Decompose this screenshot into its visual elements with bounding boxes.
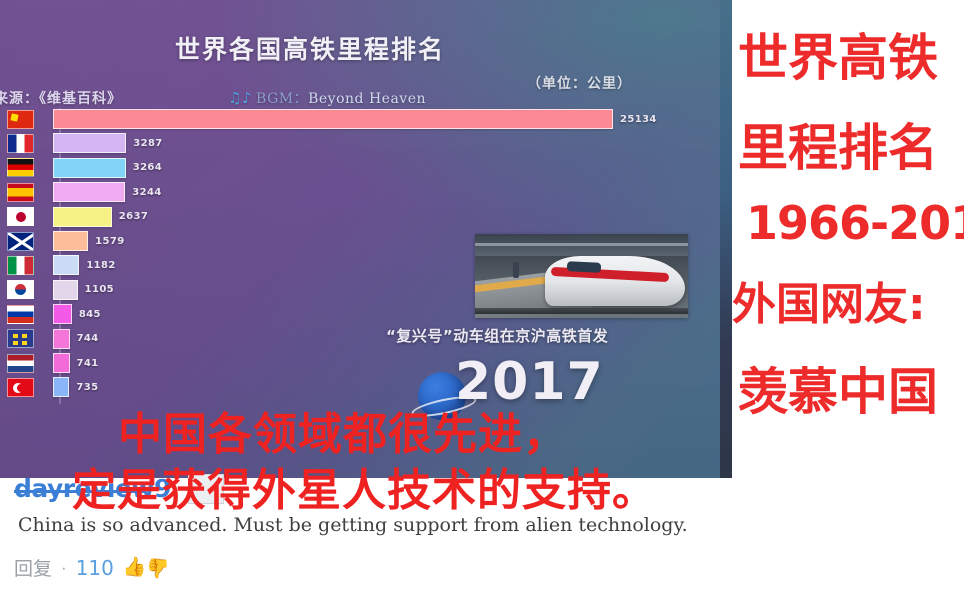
- bar-value-label: 3287: [133, 137, 163, 149]
- year-counter: 2017: [455, 352, 604, 412]
- bar-row: 3244: [0, 181, 162, 203]
- screenshot-stage: 世界各国高铁里程排名 （单位：公里） 来源：《维基百科》 ♫♪ BGM：Beyon…: [0, 0, 964, 602]
- bar-value-label: 25134: [620, 113, 657, 125]
- flag-icon-gb: [7, 231, 34, 251]
- bar-row: 2637: [0, 206, 148, 228]
- comment-actions: 回复 · 110 👍 👍: [14, 554, 170, 581]
- title-line-1: 世界高铁: [738, 29, 938, 87]
- username-strikethrough: [14, 490, 146, 493]
- bar-value-label: 845: [78, 308, 101, 320]
- bar: [53, 109, 613, 129]
- bar-row: 741: [0, 352, 99, 374]
- flag-icon-it: [7, 255, 34, 275]
- title-line-4: 外国网友:: [732, 279, 926, 330]
- bar: [53, 206, 112, 227]
- photo-person: [513, 262, 519, 278]
- like-count: 110: [75, 555, 114, 580]
- comment-badge: [188, 474, 224, 504]
- bar-row: 1182: [0, 254, 116, 276]
- chart-source-label: 来源：《维基百科》: [0, 91, 122, 107]
- bar-value-label: 1182: [86, 259, 116, 271]
- bgm-prefix: BGM: [256, 91, 294, 107]
- video-player-area[interactable]: 世界各国高铁里程排名 （单位：公里） 来源：《维基百科》 ♫♪ BGM：Beyon…: [0, 0, 720, 478]
- panel-left-edge: [720, 0, 732, 478]
- bgm-label: ♫♪ BGM：Beyond Heaven: [228, 88, 426, 108]
- chart-title: 世界各国高铁里程排名: [174, 35, 445, 64]
- flag-icon-de: [7, 158, 34, 178]
- bar-row: 1105: [0, 279, 114, 301]
- right-title-panel: 世界高铁 里程排名 1966-2019 外国网友: 羡慕中国: [720, 0, 964, 478]
- comment-username[interactable]: dayreview9: [14, 474, 171, 503]
- bar-row: 1579: [0, 230, 125, 252]
- flag-icon-jp: [7, 207, 34, 227]
- reply-button[interactable]: 回复: [14, 554, 52, 581]
- bar: [53, 328, 70, 349]
- thumb-up-icon[interactable]: 👍: [123, 558, 147, 577]
- flag-icon-nl: [7, 353, 34, 373]
- thumb-down-icon[interactable]: 👍: [146, 557, 170, 578]
- photo-rail: [475, 308, 688, 314]
- flag-icon-cn: [7, 109, 34, 129]
- bgm-separator: ：: [293, 91, 309, 107]
- bar-value-label: 1105: [84, 284, 115, 296]
- bar: [53, 353, 70, 373]
- bar-row: 735: [0, 376, 98, 398]
- bar: [53, 157, 126, 178]
- bar-value-label: 741: [76, 357, 99, 369]
- flag-icon-fr: [7, 133, 34, 153]
- bar-value-label: 3244: [132, 186, 162, 198]
- bgm-track-name: Beyond Heaven: [308, 91, 427, 107]
- bar-row: 845: [0, 303, 101, 325]
- meta-separator: ·: [61, 557, 67, 577]
- bar: [53, 304, 72, 325]
- bar-row: 25134: [0, 108, 657, 130]
- bar: [53, 231, 89, 251]
- bar: [53, 133, 127, 154]
- chart-unit-label: （单位：公里）: [527, 76, 632, 92]
- bar: [53, 377, 70, 398]
- bar-value-label: 1579: [95, 235, 125, 247]
- train-photo: [475, 234, 688, 318]
- bar-row: 3287: [0, 132, 163, 154]
- flag-icon-kr: [7, 280, 34, 300]
- music-note-icon: ♫♪: [228, 89, 253, 107]
- comment-block: dayreview9 China is so advanced. Must be…: [0, 474, 964, 602]
- bar-value-label: 3264: [132, 162, 163, 174]
- photo-caption: “复兴号”动车组在京沪高铁首发: [386, 327, 609, 345]
- flag-icon-es: [7, 182, 34, 202]
- title-line-5: 羡慕中国: [738, 363, 938, 421]
- flag-icon-tr: [7, 377, 34, 397]
- title-line-2: 里程排名: [738, 119, 938, 177]
- title-line-3-years: 1966-2019: [746, 196, 964, 250]
- bar: [53, 279, 78, 300]
- photo-station-roof: [475, 234, 688, 256]
- bar-value-label: 2637: [118, 211, 149, 223]
- comment-english-text: China is so advanced. Must be getting su…: [18, 514, 688, 536]
- bar-value-label: 735: [76, 381, 99, 393]
- bar-row: 744: [0, 328, 99, 350]
- comment-username-text: dayreview9: [14, 474, 171, 503]
- flag-icon-ru: [7, 304, 34, 324]
- flag-icon-eu: [7, 329, 34, 349]
- photo-train-window: [566, 261, 602, 273]
- bar-row: 3264: [0, 157, 162, 179]
- bar-value-label: 744: [76, 333, 99, 345]
- bar: [53, 182, 126, 203]
- bar: [53, 255, 80, 276]
